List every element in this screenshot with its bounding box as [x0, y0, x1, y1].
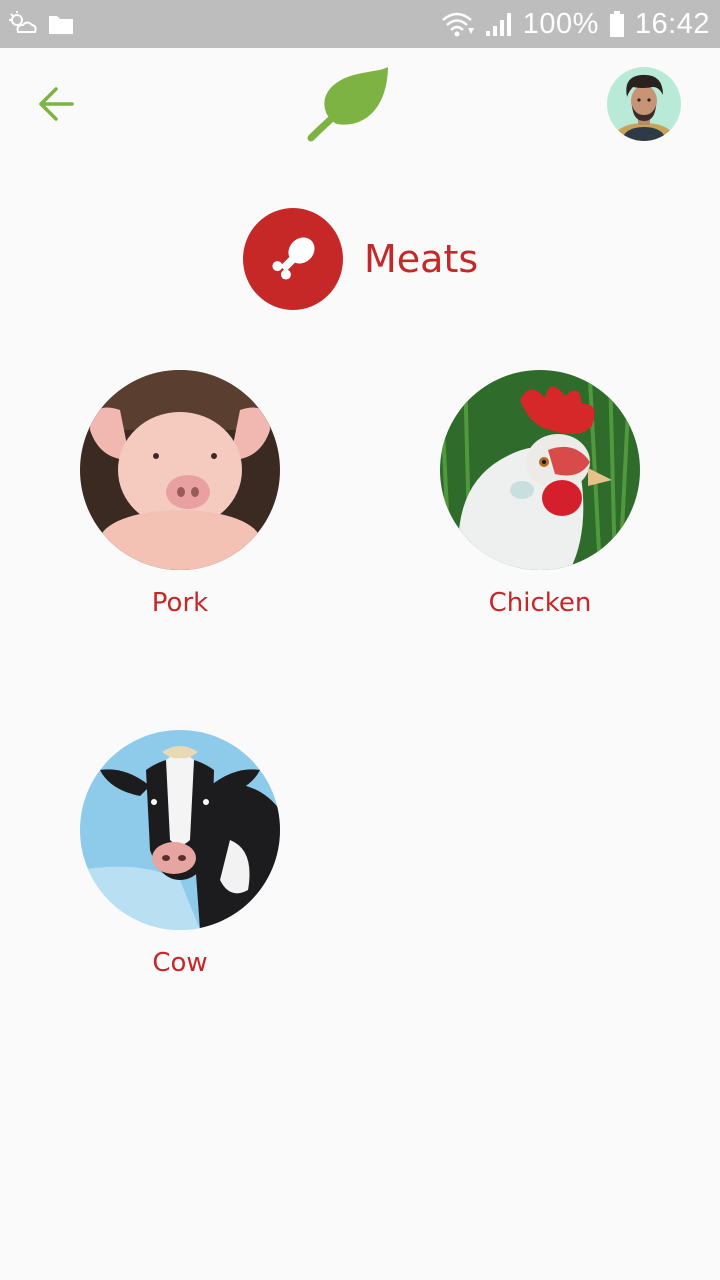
status-right: 100% 16:42 — [441, 8, 710, 41]
battery-icon — [609, 10, 625, 38]
leaf-icon — [305, 64, 395, 144]
item-label-chicken: Chicken — [488, 588, 592, 618]
folder-icon — [48, 13, 74, 35]
back-button[interactable] — [30, 80, 82, 128]
status-left — [8, 10, 74, 38]
category-header: Meats — [0, 208, 720, 310]
arrow-left-icon — [36, 86, 76, 122]
battery-percent: 100% — [522, 7, 599, 40]
grid-item-pork[interactable]: Pork — [70, 370, 290, 630]
app-bar — [0, 48, 720, 160]
signal-icon — [485, 11, 513, 37]
clock: 16:42 — [634, 7, 710, 40]
item-label-cow: Cow — [152, 948, 208, 978]
category-title: Meats — [364, 237, 479, 281]
weather-icon — [8, 10, 38, 38]
item-label-pork: Pork — [151, 588, 209, 618]
cow-photo[interactable] — [80, 730, 280, 930]
app-logo — [305, 64, 395, 144]
category-icon-circle — [243, 208, 343, 310]
grid-item-cow[interactable]: Cow — [70, 730, 290, 990]
chicken-photo[interactable] — [440, 370, 640, 570]
user-avatar[interactable] — [607, 67, 681, 141]
grid-item-chicken[interactable]: Chicken — [430, 370, 650, 630]
pig-photo[interactable] — [80, 370, 280, 570]
status-bar: 100% 16:42 — [0, 0, 720, 48]
wifi-icon — [441, 10, 475, 38]
drumstick-icon — [265, 231, 321, 287]
